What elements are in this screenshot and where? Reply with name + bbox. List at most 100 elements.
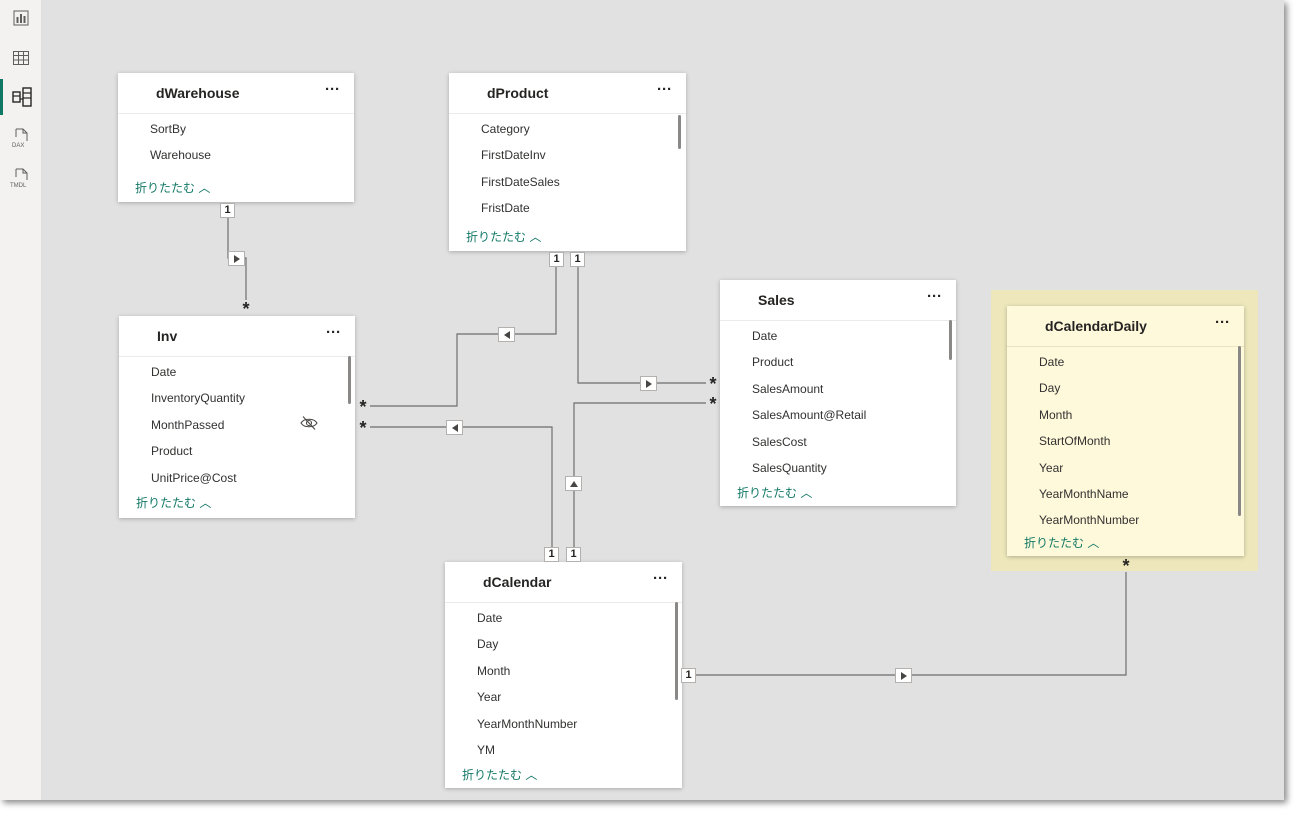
cardinality-one-marker: 1	[221, 204, 234, 217]
field-item[interactable]: FristDate	[481, 200, 560, 226]
table-view-button[interactable]	[0, 40, 41, 76]
filter-direction-arrow-icon[interactable]	[447, 421, 462, 434]
cardinality-many-marker: *	[1122, 556, 1130, 576]
collapse-link[interactable]: 折りたたむ ︿	[462, 766, 537, 783]
hidden-field-icon[interactable]	[300, 415, 318, 431]
field-list: Date Day Month StartOfMonth Year YearMon…	[1039, 354, 1139, 539]
filter-direction-arrow-icon[interactable]	[499, 328, 514, 341]
field-item[interactable]: Date	[752, 328, 866, 354]
model-view-icon	[12, 87, 32, 107]
table-card-dwarehouse[interactable]: dWarehouse ··· SortBy Warehouse 折りたたむ ︿	[118, 73, 354, 202]
field-item[interactable]: Year	[477, 689, 577, 715]
field-item[interactable]: SalesAmount	[752, 381, 866, 407]
table-title: dCalendar	[483, 574, 552, 590]
collapse-link[interactable]: 折りたたむ ︿	[1024, 534, 1099, 551]
field-item[interactable]: Date	[1039, 354, 1139, 380]
field-item[interactable]: Product	[752, 354, 866, 380]
field-item[interactable]: YearMonthName	[1039, 486, 1139, 512]
field-item[interactable]: InventoryQuantity	[151, 390, 245, 416]
rel-dproduct-inv	[370, 266, 557, 407]
scrollbar[interactable]	[949, 320, 952, 360]
field-item[interactable]: FirstDateSales	[481, 174, 560, 200]
view-switcher-rail: DAX TMDL	[0, 0, 42, 800]
field-item[interactable]: SalesQuantity	[752, 460, 866, 486]
table-header: dWarehouse ···	[118, 73, 354, 114]
table-header: dCalendar ···	[445, 562, 682, 603]
tmdl-view-button[interactable]: TMDL	[0, 160, 41, 196]
filter-direction-arrow-icon[interactable]	[896, 669, 911, 682]
table-title: Inv	[157, 328, 178, 344]
table-title: dWarehouse	[156, 85, 240, 101]
more-options-button[interactable]: ···	[927, 288, 942, 305]
cardinality-one-marker: 1	[682, 669, 695, 682]
scrollbar[interactable]	[675, 602, 678, 700]
table-title: dCalendarDaily	[1045, 318, 1147, 334]
cardinality-many-marker: *	[359, 397, 367, 417]
field-item[interactable]: Month	[477, 663, 577, 689]
field-item[interactable]: Day	[477, 636, 577, 662]
table-card-dcalendardaily[interactable]: dCalendarDaily ··· Date Day Month StartO…	[1007, 306, 1244, 556]
table-card-sales[interactable]: Sales ··· Date Product SalesAmount Sales…	[720, 280, 956, 506]
table-title: dProduct	[487, 85, 549, 101]
table-title: Sales	[758, 292, 795, 308]
rel-dcalendar-inv	[370, 426, 553, 548]
filter-direction-arrow-icon[interactable]	[229, 252, 244, 265]
field-item[interactable]: SalesAmount@Retail	[752, 407, 866, 433]
table-card-dcalendar[interactable]: dCalendar ··· Date Day Month Year YearMo…	[445, 562, 682, 788]
svg-text:TMDL: TMDL	[10, 183, 27, 188]
table-card-dproduct[interactable]: dProduct ··· Category FirstDateInv First…	[449, 73, 686, 251]
model-view-button[interactable]	[0, 79, 41, 115]
field-item[interactable]: SalesCost	[752, 434, 866, 460]
field-item[interactable]: Date	[151, 364, 245, 390]
cardinality-one-marker: 1	[571, 253, 584, 266]
field-item[interactable]: Year	[1039, 460, 1139, 486]
more-options-button[interactable]: ···	[326, 324, 341, 341]
dax-query-view-button[interactable]: DAX	[0, 120, 41, 156]
field-item[interactable]: UnitPrice@Cost	[151, 470, 245, 496]
cardinality-one-marker: 1	[545, 548, 558, 561]
field-list: Date InventoryQuantity MonthPassed Produ…	[151, 364, 245, 496]
field-item[interactable]: MonthPassed	[151, 417, 245, 443]
field-list: Date Product SalesAmount SalesAmount@Ret…	[752, 328, 866, 486]
table-view-icon	[12, 51, 29, 65]
table-header: Inv ···	[119, 316, 355, 357]
collapse-link[interactable]: 折りたたむ ︿	[466, 228, 541, 245]
more-options-button[interactable]: ···	[1215, 314, 1230, 331]
field-item[interactable]: Date	[477, 610, 577, 636]
collapse-link[interactable]: 折りたたむ ︿	[136, 494, 211, 511]
table-header: dCalendarDaily ···	[1007, 306, 1244, 347]
tmdl-view-icon: TMDL	[10, 168, 27, 188]
scrollbar[interactable]	[348, 356, 351, 404]
field-item[interactable]: YM	[477, 742, 577, 768]
field-item[interactable]: Warehouse	[150, 147, 211, 173]
field-item[interactable]: Day	[1039, 380, 1139, 406]
more-options-button[interactable]: ···	[653, 570, 668, 587]
cardinality-many-marker: *	[359, 418, 367, 438]
filter-direction-arrow-icon[interactable]	[641, 377, 656, 390]
table-card-inv[interactable]: Inv ··· Date InventoryQuantity MonthPass…	[119, 316, 355, 518]
model-view-window: DAX TMDL dWarehouse ··· SortBy Warehouse…	[0, 0, 1284, 800]
report-view-icon	[13, 10, 28, 26]
field-item[interactable]: Month	[1039, 407, 1139, 433]
cardinality-many-marker: *	[242, 299, 250, 319]
field-list: Category FirstDateInv FirstDateSales Fri…	[481, 121, 560, 227]
table-header: dProduct ···	[449, 73, 686, 114]
dax-query-icon: DAX	[12, 128, 27, 148]
report-view-button[interactable]	[0, 0, 41, 36]
field-item[interactable]: FirstDateInv	[481, 147, 560, 173]
collapse-link[interactable]: 折りたたむ ︿	[737, 484, 812, 501]
scrollbar[interactable]	[1238, 346, 1241, 516]
field-item[interactable]: StartOfMonth	[1039, 433, 1139, 459]
more-options-button[interactable]: ···	[325, 81, 340, 98]
scrollbar[interactable]	[678, 115, 681, 149]
more-options-button[interactable]: ···	[657, 81, 672, 98]
collapse-link[interactable]: 折りたたむ ︿	[135, 179, 210, 196]
cardinality-many-marker: *	[709, 374, 717, 394]
field-list: Date Day Month Year YearMonthNumber YM	[477, 610, 577, 768]
field-item[interactable]: Product	[151, 443, 245, 469]
field-item[interactable]: SortBy	[150, 121, 211, 147]
rel-dproduct-sales	[577, 266, 706, 384]
field-item[interactable]: Category	[481, 121, 560, 147]
filter-direction-arrow-icon[interactable]	[566, 477, 581, 490]
field-item[interactable]: YearMonthNumber	[477, 716, 577, 742]
